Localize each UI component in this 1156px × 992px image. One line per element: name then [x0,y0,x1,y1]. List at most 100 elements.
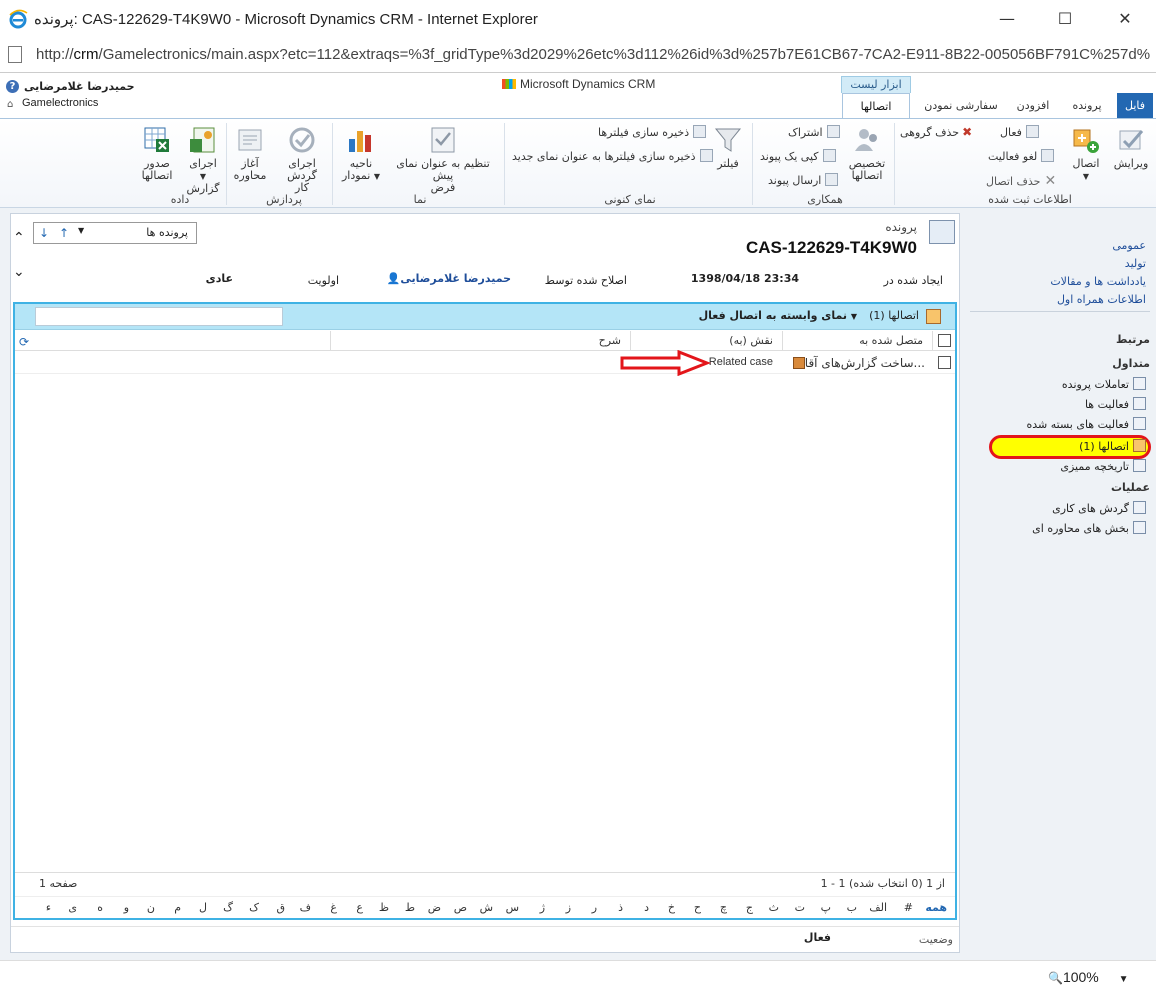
alphabet-filter-24[interactable]: ف [300,901,311,914]
alphabet-filter-18[interactable]: ص [454,901,467,914]
column-header-description[interactable]: شرح [599,334,621,347]
share-button[interactable]: اشتراک [788,125,840,139]
nav-item-closed-activities[interactable]: فعالیت های بسته شده [1027,417,1151,431]
minimize-button[interactable]: — [984,6,1030,32]
nav-link-mci-info[interactable]: اطلاعات همراه اول [1057,293,1146,306]
row-checkbox[interactable] [938,356,951,369]
nav-item-activities[interactable]: فعالیت ها [1085,397,1150,411]
user-name[interactable]: حمیدرضا غلامرضایی [24,80,135,93]
delete-connection-button[interactable]: ✕حذف اتصال [986,173,1056,189]
alphabet-filter-26[interactable]: ک [249,901,259,914]
alphabet-filter-11[interactable]: د [644,901,649,914]
run-report-button[interactable]: اجرای ▼ گزارش [182,125,224,195]
alphabet-filter-19[interactable]: ض [428,901,441,914]
address-bar[interactable]: http://crm/Gamelectronics/main.aspx?etc=… [0,38,1156,72]
zoom-control[interactable]: 🔍100% ▼ [1048,969,1129,985]
alphabet-filter-2[interactable]: الف [869,901,887,914]
run-workflow-button[interactable]: اجرای گردش کار [274,125,330,194]
nav-item-audit-history[interactable]: تاریخچه ممیزی [1060,459,1150,473]
alphabet-filter-5[interactable]: ت [795,901,805,914]
alphabet-filter-21[interactable]: ظ [379,901,389,914]
refresh-icon[interactable]: ⟳ [19,335,29,349]
assign-connections-button[interactable]: تخصیص اتصالها [842,125,892,182]
chart-pane-button[interactable]: ناحیه نمودار ▼ [338,125,384,183]
tab-addins[interactable]: افزودن [1008,93,1058,118]
connected-to-cell[interactable]: ساخت گزارش‌های آقا... [789,356,925,370]
set-default-view-button[interactable]: تنظیم به عنوان نمای پیش فرض [386,125,500,194]
tab-connections[interactable]: اتصالها [842,93,910,118]
nav-item-dialog-sessions[interactable]: بخش های محاوره ای [1032,521,1150,535]
save-filters-new-view-button[interactable]: ذخیره سازی فیلترها به عنوان نمای جدید [512,149,713,163]
alphabet-filter-32[interactable]: ه [97,901,103,914]
alphabet-filter-12[interactable]: ذ [618,901,623,914]
arrow-down-icon[interactable]: ↓ [36,225,52,241]
connections-grid: اتصالها (1) نمای وابسته به اتصال فعال ▼ … [13,302,957,920]
dropdown-arrow-icon[interactable]: ▼ [78,226,84,235]
alphabet-filter-28[interactable]: ل [199,901,207,914]
nav-link-general[interactable]: عمومی [1112,239,1146,252]
alphabet-filter-17[interactable]: ش [480,901,493,914]
alphabet-filter-27[interactable]: گ [223,901,233,914]
nav-link-production[interactable]: تولید [1125,257,1146,270]
nav-item-connections[interactable]: اتصالها (1) [1079,439,1150,453]
view-selector[interactable]: نمای وابسته به اتصال فعال ▼ [699,309,857,322]
alphabet-filter-10[interactable]: خ [668,901,675,914]
filter-button[interactable]: فیلتر [708,125,748,170]
record-navigator[interactable]: ↓ ↑ ▼ پرونده ها [33,222,197,244]
nav-item-case-interactions[interactable]: تعاملات پرونده [1062,377,1150,391]
copy-link-button[interactable]: کپی یک پیوند [760,149,836,163]
alphabet-filter-8[interactable]: چ [720,901,727,914]
form-pane: ⌃ ⌄ ↓ ↑ ▼ پرونده ها پرونده CAS-122629-T4… [10,213,960,953]
nav-link-notes[interactable]: یادداشت ها و مقالات [1050,275,1146,288]
alphabet-filter-23[interactable]: غ [330,901,337,914]
dropdown-arrow-icon[interactable]: ▼ [1119,974,1129,985]
tab-file[interactable]: فایل [1117,93,1153,118]
alphabet-filter-3[interactable]: ب [847,901,857,914]
arrow-up-icon[interactable]: ↑ [56,225,72,241]
alphabet-filter-29[interactable]: م [174,901,181,914]
help-icon[interactable]: ? [6,80,19,93]
alphabet-filter-1[interactable]: # [904,901,913,914]
tab-customize[interactable]: سفارشی نمودن [918,93,1004,118]
column-header-connected-to[interactable]: متصل شده به [859,334,923,347]
select-all-checkbox[interactable] [938,334,951,347]
url-text[interactable]: http://crm/Gamelectronics/main.aspx?etc=… [36,44,1150,66]
alphabet-filter-13[interactable]: ر [592,901,597,914]
alphabet-filter-31[interactable]: و [124,901,129,914]
alphabet-filter-14[interactable]: ز [566,901,571,914]
alphabet-filter-16[interactable]: س [506,901,519,914]
bulk-delete-button[interactable]: ✖حذف گروهی [900,125,972,139]
export-connections-button[interactable]: صدور اتصالها [136,125,178,182]
save-filters-button[interactable]: ذخیره سازی فیلترها [598,125,707,139]
alphabet-filter-25[interactable]: ق [276,901,285,914]
alphabet-filter-15[interactable]: ژ [540,901,545,914]
alphabet-filter-0[interactable]: همه [925,901,947,914]
start-dialog-button[interactable]: آغاز محاوره [230,125,270,182]
activate-button[interactable]: فعال [1000,125,1039,139]
header-collapse[interactable]: ⌃ ⌄ [11,230,27,290]
chevron-down-icon[interactable]: ⌄ [13,264,25,280]
modified-by-link[interactable]: 👤حمیدرضا غلامرضایی [383,272,511,285]
maximize-button[interactable]: ☐ [1042,6,1088,32]
chevron-up-icon[interactable]: ⌃ [13,230,25,246]
grid-search-input[interactable] [35,307,283,326]
close-window-button[interactable]: ✕ [1102,6,1148,32]
edit-button[interactable]: ویرایش [1110,125,1152,170]
send-link-button[interactable]: ارسال پیوند [768,173,839,187]
deactivate-button[interactable]: لغو فعالیت [988,149,1055,163]
alphabet-filter-6[interactable]: ث [769,901,779,914]
nav-item-workflows[interactable]: گردش های کاری [1052,501,1150,515]
alphabet-filter-20[interactable]: ط [405,901,415,914]
column-header-role[interactable]: نقش (به) [729,334,773,347]
alphabet-filter-22[interactable]: ع [356,901,363,914]
alphabet-filter-33[interactable]: ی [68,901,77,914]
tab-case[interactable]: پرونده [1062,93,1112,118]
alphabet-filter-34[interactable]: ء [46,901,51,914]
table-row[interactable]: ساخت گزارش‌های آقا... Related case [15,350,955,376]
dropdown-arrow-icon[interactable]: ▼ [851,312,857,321]
alphabet-filter-30[interactable]: ن [147,901,155,914]
alphabet-filter-4[interactable]: پ [821,901,831,914]
alphabet-filter-9[interactable]: ح [694,901,701,914]
alphabet-filter-7[interactable]: ج [746,901,753,914]
connect-button[interactable]: اتصال ▼ [1066,125,1106,183]
